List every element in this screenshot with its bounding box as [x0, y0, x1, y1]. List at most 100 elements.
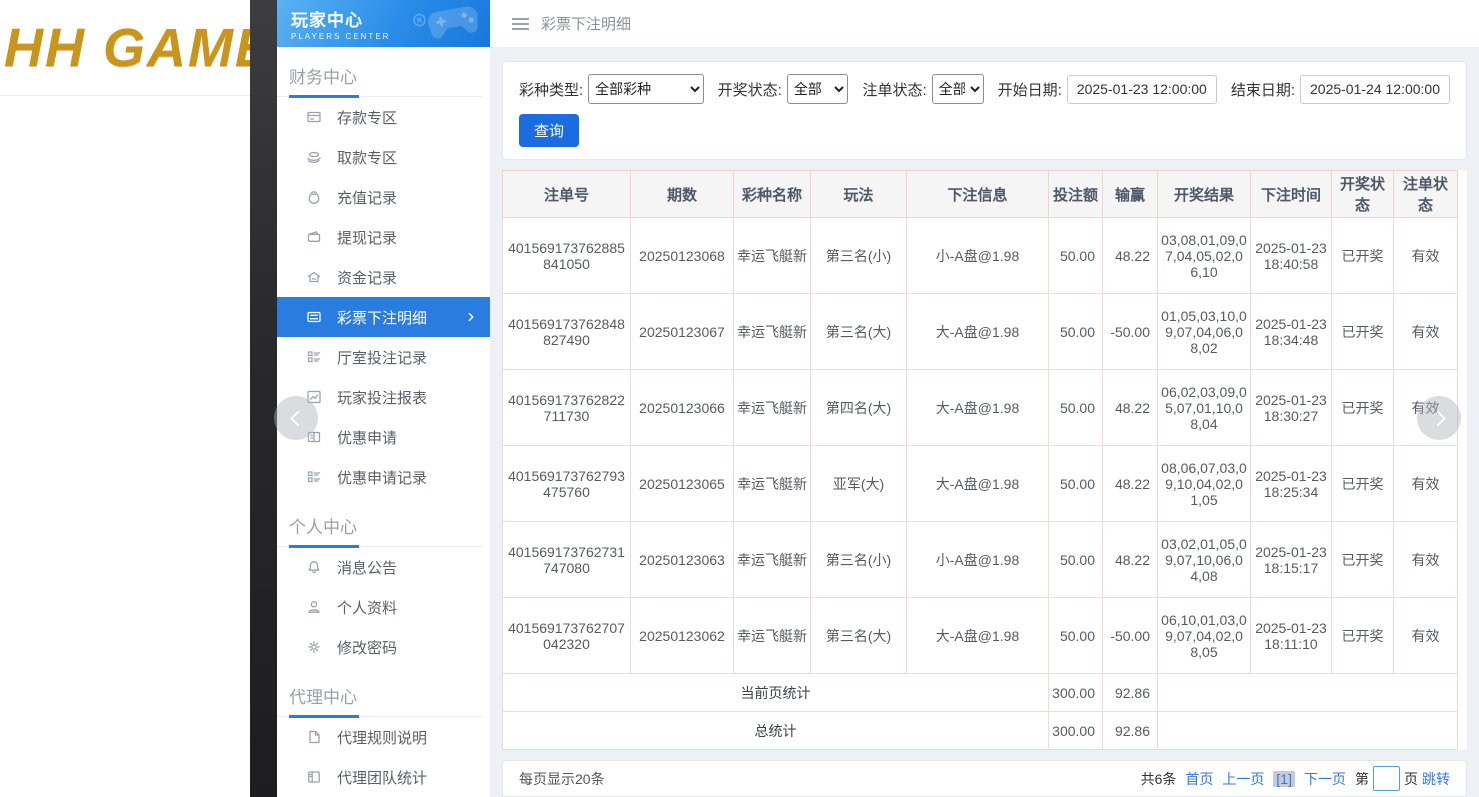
column-header: 开奖结果 — [1158, 171, 1251, 218]
sidebar-item-label: 存款专区 — [337, 107, 397, 128]
end-date-input[interactable] — [1300, 75, 1450, 104]
sidebar-item-label: 取款专区 — [337, 147, 397, 168]
jump-suffix-label: 页 — [1404, 769, 1418, 789]
sidebar-item-funds-records[interactable]: 资金记录 — [277, 257, 490, 297]
section-title-text: 财务中心 — [289, 68, 357, 87]
column-header: 玩法 — [811, 171, 907, 218]
table-header-row: 注单号 期数 彩种名称 玩法 下注信息 投注额 输赢 开奖结果 下注时间 开奖状… — [503, 171, 1458, 218]
sidebar-item-hall-bet-records[interactable]: 厅室投注记录 — [277, 337, 490, 377]
sidebar-item-withdraw-records[interactable]: 提现记录 — [277, 217, 490, 257]
sidebar-section-title: 财务中心 — [277, 47, 482, 97]
first-page-link[interactable]: 首页 — [1185, 769, 1213, 789]
table-cell: 401569173762848827490 — [503, 294, 631, 370]
per-page-label: 每页显示20条 — [519, 769, 605, 789]
sidebar-item-personal-profile[interactable]: 个人资料 — [277, 587, 490, 627]
sidebar-item-promo-apply-records[interactable]: 优惠申请记录 — [277, 457, 490, 497]
sidebar-item-label: 优惠申请 — [337, 427, 397, 448]
grand-summary-winloss: 92.86 — [1103, 712, 1158, 750]
page-summary-bet: 300.00 — [1049, 674, 1103, 712]
expand-right-button[interactable] — [1417, 396, 1461, 440]
table-cell: 48.22 — [1103, 522, 1158, 598]
pagination-bar: 每页显示20条 共6条 首页 上一页 [1] 下一页 第 页 跳转 — [502, 760, 1467, 797]
sidebar-item-agent-team-stats[interactable]: 代理团队统计 — [277, 757, 490, 797]
column-header: 输赢 — [1103, 171, 1158, 218]
bet-list-icon — [306, 309, 322, 325]
sidebar-item-withdraw-zone[interactable]: 取款专区 — [277, 137, 490, 177]
table-cell: 06,10,01,03,09,07,04,02,08,05 — [1158, 598, 1251, 674]
jump-page-input[interactable] — [1373, 766, 1400, 791]
end-date-label: 结束日期: — [1231, 79, 1295, 100]
draw-status-select[interactable]: 全部 — [787, 74, 849, 104]
search-button[interactable]: 查询 — [519, 114, 579, 147]
filter-panel: 彩种类型: 全部彩种 开奖状态: 全部 注单状态: 全部 开始日期: 结束日期:… — [502, 61, 1467, 160]
table-cell: 第三名(小) — [811, 218, 907, 294]
chevron-right-icon — [464, 310, 478, 324]
chevron-right-icon — [1430, 410, 1446, 426]
jump-button[interactable]: 跳转 — [1422, 769, 1450, 789]
next-page-link[interactable]: 下一页 — [1304, 769, 1346, 789]
table-cell: 幸运飞艇新 — [734, 446, 811, 522]
sidebar-item-message-announcements[interactable]: 消息公告 — [277, 547, 490, 587]
sidebar-item-label: 代理团队统计 — [337, 767, 427, 788]
table-cell: 03,02,01,05,09,07,10,06,04,08 — [1158, 522, 1251, 598]
table-cell: 有效 — [1394, 446, 1458, 522]
sidebar-item-lottery-bet-details[interactable]: 彩票下注明细 — [277, 297, 490, 337]
money-bag-icon — [306, 189, 322, 205]
sidebar-item-agent-rules[interactable]: 代理规则说明 — [277, 717, 490, 757]
start-date-input[interactable] — [1067, 75, 1217, 104]
page-summary-winloss: 92.86 — [1103, 674, 1158, 712]
grand-summary-bet: 300.00 — [1049, 712, 1103, 750]
topbar: 彩票下注明细 — [490, 0, 1479, 47]
table-cell: 已开奖 — [1332, 370, 1394, 446]
section-title-text: 个人中心 — [289, 518, 357, 537]
table-cell: 50.00 — [1049, 522, 1103, 598]
logo-panel: HH GAME — [0, 0, 250, 797]
collapse-left-button[interactable] — [274, 396, 318, 440]
hamburger-menu-icon[interactable] — [512, 18, 529, 30]
table-cell: 亚军(大) — [811, 446, 907, 522]
table-cell: 50.00 — [1049, 218, 1103, 294]
sidebar-item-recharge-records[interactable]: 充值记录 — [277, 177, 490, 217]
table-cell: 01,05,03,10,09,07,04,06,08,02 — [1158, 294, 1251, 370]
table-row: 40156917376284882749020250123067幸运飞艇新第三名… — [503, 294, 1458, 370]
table-cell: 大-A盘@1.98 — [907, 370, 1049, 446]
table-cell: 20250123068 — [631, 218, 734, 294]
table-cell: 第三名(大) — [811, 294, 907, 370]
sidebar-item-label: 提现记录 — [337, 227, 397, 248]
table-cell: 50.00 — [1049, 446, 1103, 522]
table-cell: 小-A盘@1.98 — [907, 218, 1049, 294]
prev-page-link[interactable]: 上一页 — [1222, 769, 1264, 789]
grand-summary-empty — [1158, 712, 1458, 750]
lottery-type-select[interactable]: 全部彩种 — [588, 74, 703, 104]
column-header: 期数 — [631, 171, 734, 218]
table-cell: 有效 — [1394, 294, 1458, 370]
sidebar-item-label: 厅室投注记录 — [337, 347, 427, 368]
table-cell: 48.22 — [1103, 370, 1158, 446]
bank-card-icon — [306, 109, 322, 125]
chevron-left-icon — [290, 410, 306, 426]
column-header: 彩种名称 — [734, 171, 811, 218]
table-cell: 大-A盘@1.98 — [907, 446, 1049, 522]
sidebar-item-deposit-zone[interactable]: 存款专区 — [277, 97, 490, 137]
table-cell: 2025-01-23 18:11:10 — [1251, 598, 1332, 674]
sidebar-item-change-password[interactable]: 修改密码 — [277, 627, 490, 667]
table-cell: 401569173762885841050 — [503, 218, 631, 294]
sidebar-item-label: 充值记录 — [337, 187, 397, 208]
bet-status-select[interactable]: 全部 — [932, 74, 984, 104]
table-cell: 已开奖 — [1332, 218, 1394, 294]
column-header: 注单号 — [503, 171, 631, 218]
page-title: 彩票下注明细 — [541, 13, 631, 34]
page-summary-empty — [1158, 674, 1458, 712]
logo-box: HH GAME — [0, 0, 250, 96]
table-cell: 有效 — [1394, 522, 1458, 598]
records-list-icon — [306, 469, 322, 485]
page-summary-label: 当前页统计 — [503, 674, 1049, 712]
table-cell: 有效 — [1394, 218, 1458, 294]
table-cell: 48.22 — [1103, 446, 1158, 522]
table-cell: 小-A盘@1.98 — [907, 522, 1049, 598]
fund-house-icon — [306, 269, 322, 285]
current-page-indicator[interactable]: [1] — [1273, 771, 1295, 787]
table-cell: -50.00 — [1103, 598, 1158, 674]
bet-table-card: 注单号 期数 彩种名称 玩法 下注信息 投注额 输赢 开奖结果 下注时间 开奖状… — [502, 170, 1467, 750]
sidebar-section-title: 代理中心 — [277, 667, 482, 717]
